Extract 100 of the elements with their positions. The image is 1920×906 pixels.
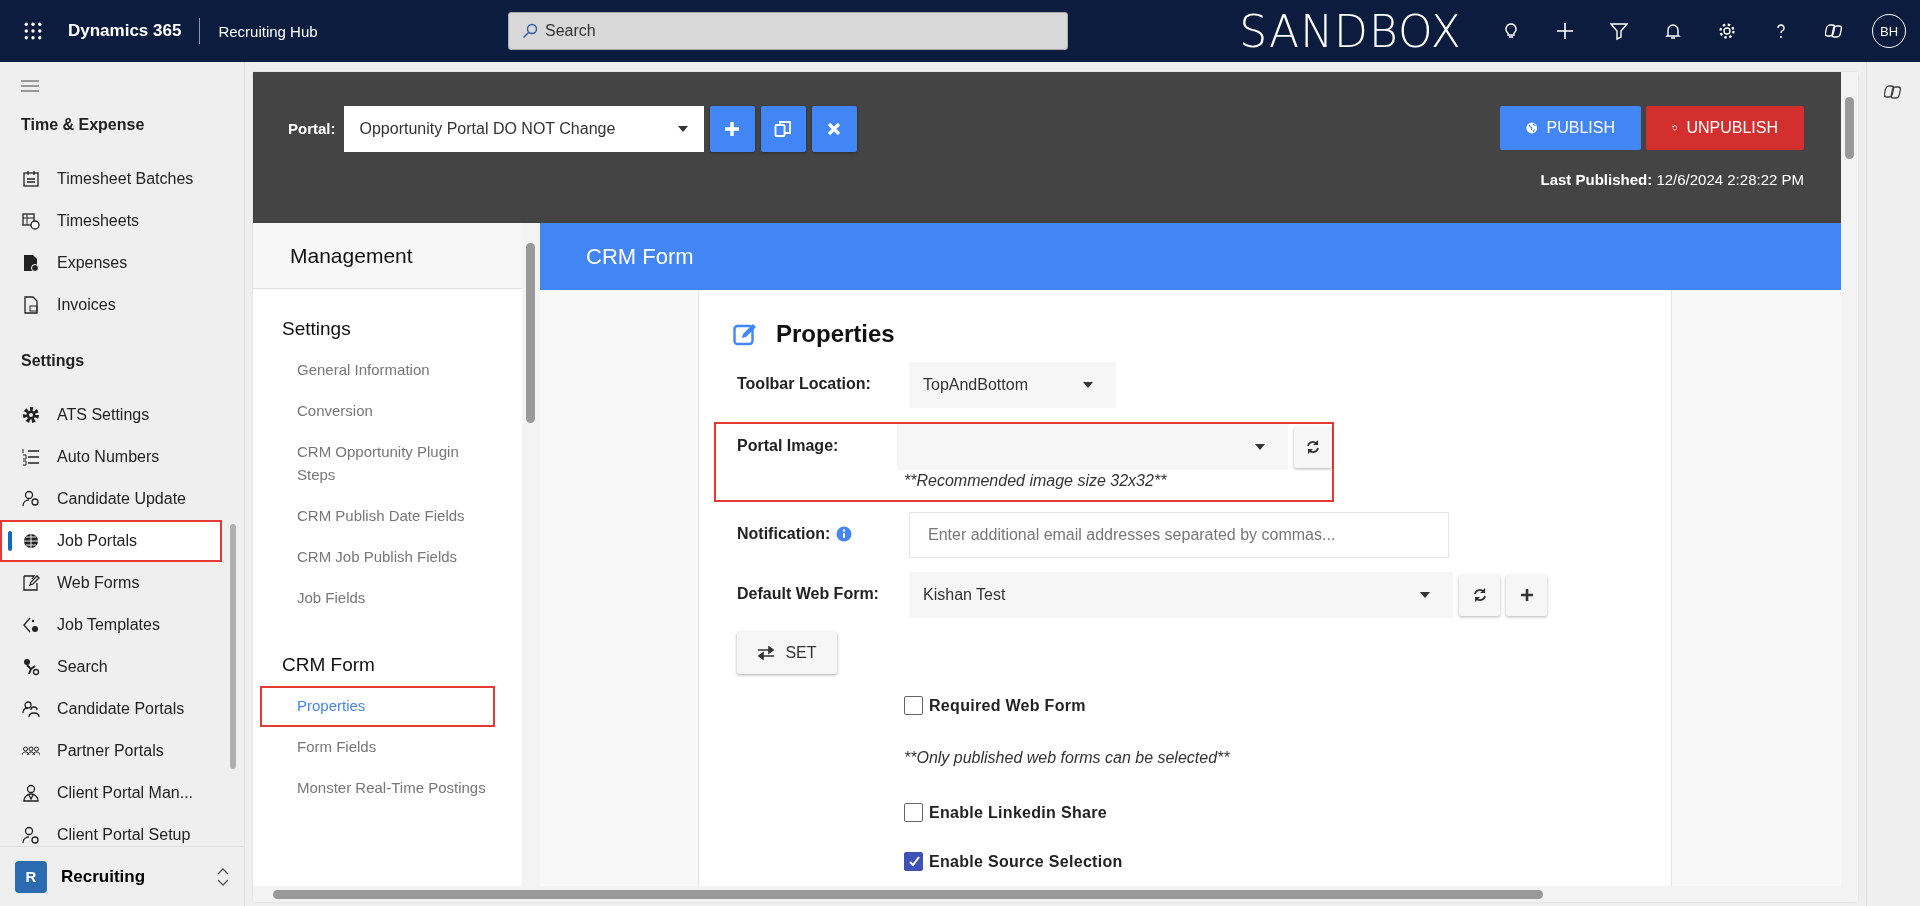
- unpublish-button[interactable]: UNPUBLISH: [1646, 106, 1804, 150]
- nav-link[interactable]: Monster Real-Time Postings: [260, 768, 495, 809]
- area-name: Recruiting: [61, 866, 147, 887]
- nav-item-icon: [22, 170, 40, 188]
- group-heading: Settings: [20, 351, 86, 371]
- nav-link[interactable]: CRM Publish Date Fields: [260, 496, 495, 537]
- portal-dropdown[interactable]: Opportunity Portal DO NOT Change: [343, 106, 704, 152]
- text-field[interactable]: Enter additional email addresses separated by commas...: [909, 512, 1449, 558]
- checkbox[interactable]: Enable Source Selection: [904, 852, 1671, 871]
- app-area-name[interactable]: Recruiting Hub: [218, 22, 318, 40]
- nav-item-icon: [22, 490, 40, 508]
- nav-item[interactable]: Job Templates: [0, 604, 222, 646]
- nav-link[interactable]: Form Fields: [260, 727, 495, 768]
- nav-item[interactable]: Job Portals: [0, 520, 222, 562]
- field-label: Portal Image:: [737, 437, 839, 455]
- page-header: CRM Form: [540, 223, 1841, 290]
- nav-item[interactable]: Candidate Update: [0, 478, 222, 520]
- nav-item-icon: [22, 826, 40, 844]
- nav-item-icon: [22, 784, 40, 802]
- set-button[interactable]: SET: [737, 632, 837, 674]
- nav-item-icon: [22, 616, 40, 634]
- nav-item[interactable]: Candidate Portals: [0, 688, 222, 730]
- swap-arrows-icon: [757, 646, 776, 660]
- nav-link[interactable]: General Information: [260, 350, 495, 391]
- field-label: Toolbar Location:: [737, 375, 871, 393]
- globe-icon: [1526, 120, 1538, 136]
- checkbox[interactable]: Required Web Form: [904, 696, 1671, 715]
- area-switcher[interactable]: R Recruiting: [0, 846, 244, 906]
- field-label: Notification:: [737, 525, 831, 543]
- copy-icon: [774, 120, 792, 138]
- dropdown[interactable]: Kishan Test: [909, 572, 1453, 618]
- dropdown-arrow-icon: [677, 126, 688, 132]
- nav-item[interactable]: Timesheet Batches: [0, 158, 222, 200]
- nav-item[interactable]: ATS Settings: [0, 394, 222, 436]
- group-heading: Time & Expense: [20, 115, 146, 135]
- publish-button[interactable]: PUBLISH: [1500, 106, 1641, 150]
- field-label: Default Web Form:: [737, 585, 879, 603]
- panel-title: Management: [253, 223, 522, 289]
- chevron-up-down-icon: [217, 867, 229, 886]
- nav-item[interactable]: Invoices: [0, 284, 222, 326]
- nav-item[interactable]: Auto Numbers: [0, 436, 222, 478]
- nav-item[interactable]: Partner Portals: [0, 730, 222, 772]
- edit-icon: [733, 322, 759, 346]
- dropdown-arrow-icon: [1083, 382, 1093, 388]
- sidebar-scrollbar[interactable]: [230, 524, 236, 769]
- add-icon[interactable]: [1555, 21, 1575, 41]
- panel-scrollbar[interactable]: [522, 223, 540, 886]
- nav-item-icon: [22, 658, 40, 676]
- copilot-icon[interactable]: [1825, 21, 1845, 41]
- search-field[interactable]: Search: [508, 12, 1068, 50]
- dropdown-arrow-icon: [1255, 444, 1265, 450]
- nav-item-icon: [22, 406, 40, 424]
- dropdown[interactable]: TopAndBottom: [909, 362, 1116, 408]
- refresh-icon: [1471, 587, 1488, 603]
- nav-item-icon: [22, 448, 40, 466]
- settings-icon[interactable]: [1717, 21, 1737, 41]
- nav-item-icon: [22, 254, 40, 272]
- section-title: Properties: [776, 320, 895, 348]
- app-name[interactable]: Dynamics 365: [68, 21, 182, 41]
- nav-link[interactable]: Job Fields: [260, 578, 495, 619]
- portal-label: Portal:: [288, 119, 336, 139]
- nav-item-icon: [22, 212, 40, 230]
- nav-item-icon: [22, 700, 40, 718]
- nav-item[interactable]: Search: [0, 646, 222, 688]
- nav-link[interactable]: CRM Job Publish Fields: [260, 537, 495, 578]
- checkbox[interactable]: Enable Linkedin Share: [904, 803, 1671, 822]
- note-text: **Only published web forms can be selected**: [904, 748, 1231, 768]
- nav-item-icon: [22, 574, 40, 592]
- refresh-icon: [1305, 439, 1321, 455]
- copilot-icon[interactable]: [1883, 82, 1904, 102]
- plus-icon: [1518, 587, 1535, 603]
- area-badge: R: [15, 860, 47, 893]
- check-icon: [907, 855, 920, 868]
- dropdown-arrow-icon: [1420, 592, 1430, 598]
- nav-link[interactable]: Properties: [260, 686, 495, 727]
- horizontal-scrollbar[interactable]: [253, 886, 1841, 902]
- delete-portal-button[interactable]: [811, 106, 857, 152]
- nav-item[interactable]: Web Forms: [0, 562, 222, 604]
- nav-link[interactable]: CRM Opportunity Plugin Steps: [260, 432, 495, 496]
- nav-link[interactable]: Conversion: [260, 391, 495, 432]
- nav-item-icon: [22, 532, 40, 550]
- environment-label: SANDBOX: [1239, 5, 1462, 57]
- section-heading: Settings: [281, 317, 352, 341]
- nav-item[interactable]: Timesheets: [0, 200, 222, 242]
- nav-item[interactable]: Client Portal Man...: [0, 772, 222, 814]
- refresh-button[interactable]: [1294, 426, 1332, 468]
- copy-portal-button[interactable]: [760, 106, 806, 152]
- filter-icon[interactable]: [1609, 21, 1629, 41]
- hint-text: **Recommended image size 32x32**: [904, 472, 1168, 490]
- vertical-scrollbar[interactable]: [1841, 72, 1858, 902]
- add-button[interactable]: [1506, 574, 1547, 616]
- add-portal-button[interactable]: [709, 106, 755, 152]
- section-heading: CRM Form: [281, 653, 376, 677]
- refresh-button[interactable]: [1459, 574, 1500, 616]
- last-published-text: Last Published: 12/6/2024 2:28:22 PM: [1540, 171, 1804, 188]
- bell-icon[interactable]: [1663, 21, 1683, 41]
- nav-item-icon: [22, 296, 40, 314]
- nav-item[interactable]: Expenses: [0, 242, 222, 284]
- nav-item[interactable]: Client Portal Setup: [0, 814, 222, 846]
- app-launcher-icon[interactable]: [24, 22, 42, 40]
